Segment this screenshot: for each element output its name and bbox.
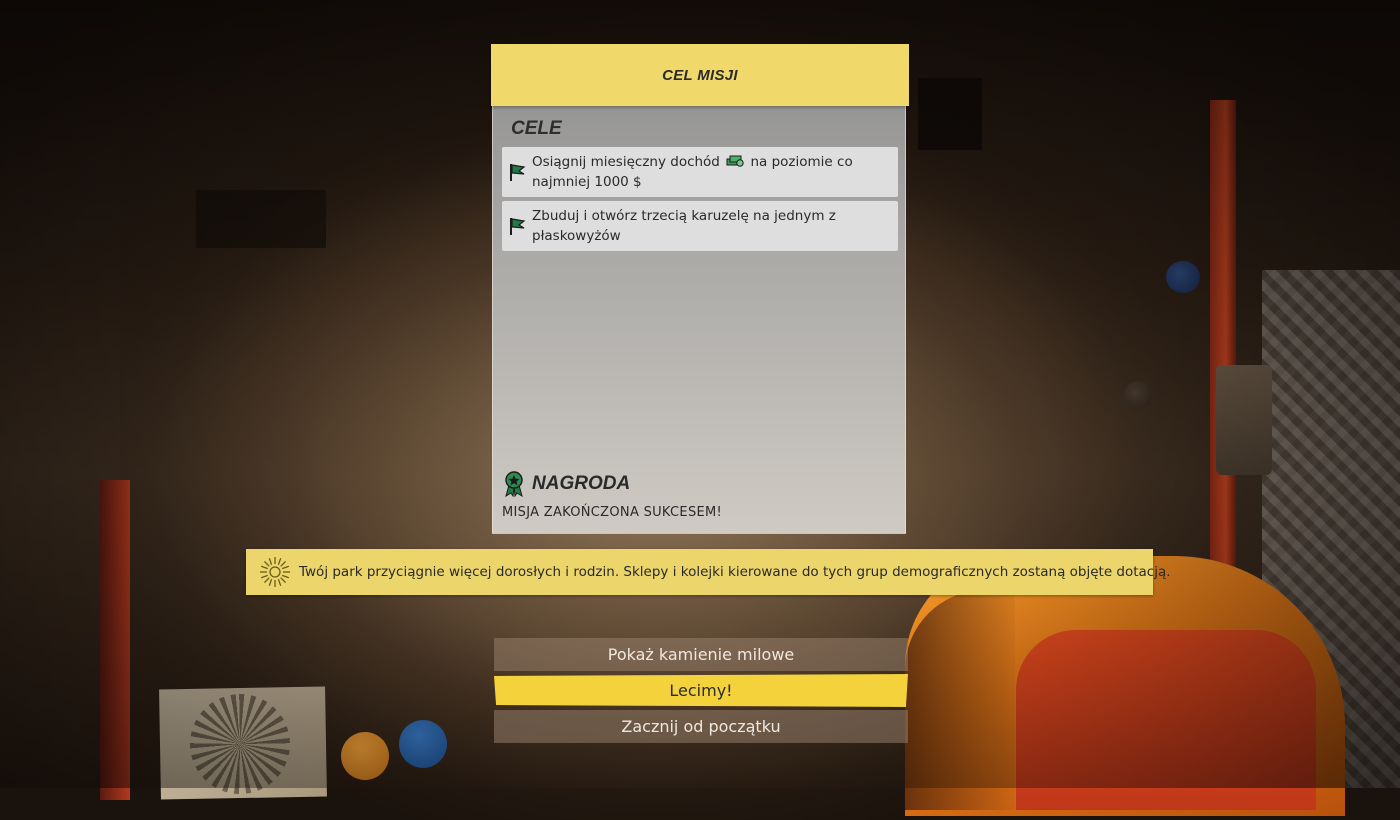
info-banner: Twój park przyciągnie więcej dorosłych i…: [246, 549, 1171, 595]
mission-title: CEL MISJI: [662, 66, 738, 84]
money-icon: [726, 155, 744, 167]
red-frame-left: [100, 480, 130, 800]
objectives-title: CELE: [511, 118, 562, 139]
reward-title: NAGRODA: [532, 473, 631, 494]
restart-button[interactable]: Zacznij od początku: [494, 710, 908, 743]
blue-token: [399, 720, 447, 768]
blue-pin: [1166, 261, 1200, 293]
reward-text: MISJA ZAKOŃCZONA SUKCESEM!: [502, 505, 723, 520]
mission-panel: CEL MISJI CELE Osiągnij miesięczny dochó…: [491, 44, 909, 534]
orange-token: [341, 732, 389, 780]
flag-icon: [510, 218, 526, 235]
carousel-sketch: [189, 693, 291, 795]
objective-item: Osiągnij miesięczny dochód na poziomie c…: [502, 147, 898, 197]
objectives-list: Osiągnij miesięczny dochód na poziomie c…: [502, 147, 898, 255]
reward-header: NAGRODA: [503, 471, 630, 497]
mission-menu: Pokaż kamienie milowe Lecimy! Zacznij od…: [494, 638, 908, 746]
carousel-photo: [159, 686, 327, 800]
flag-icon: [510, 164, 526, 181]
hinge: [1216, 365, 1272, 475]
objective-text: Osiągnij miesięczny dochód na poziomie c…: [532, 152, 890, 192]
sunburst-icon: [260, 557, 290, 587]
ribbon-icon: [505, 471, 523, 497]
mission-header: CEL MISJI: [491, 44, 909, 106]
grey-pin: [1124, 381, 1152, 409]
wall-frame: [918, 78, 982, 150]
start-button[interactable]: Lecimy!: [494, 674, 908, 707]
objective-item: Zbuduj i otwórz trzecią karuzelę na jedn…: [502, 201, 898, 251]
wall-shadow: [196, 190, 326, 248]
show-milestones-button[interactable]: Pokaż kamienie milowe: [494, 638, 908, 671]
chair-cushion: [1016, 630, 1316, 810]
objective-text-start: Osiągnij miesięczny dochód: [532, 154, 720, 170]
chair-shadow: [905, 590, 1015, 810]
objective-text: Zbuduj i otwórz trzecią karuzelę na jedn…: [532, 208, 836, 244]
info-banner-text: Twój park przyciągnie więcej dorosłych i…: [299, 564, 1171, 580]
